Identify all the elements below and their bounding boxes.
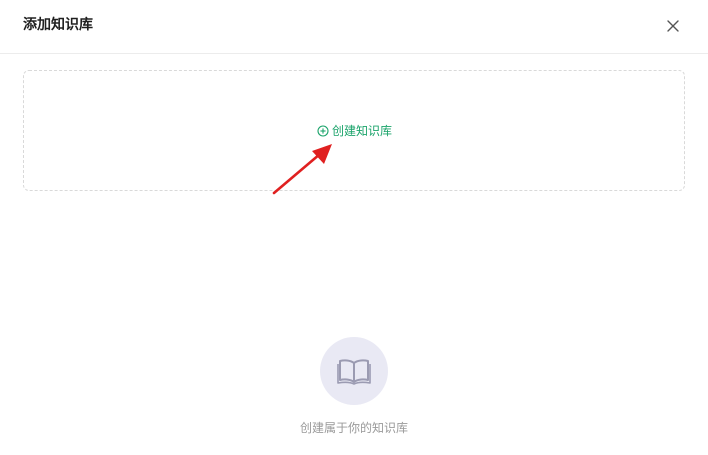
plus-circle-icon [317, 125, 329, 137]
open-book-icon [337, 359, 371, 385]
annotation-arrow-icon [272, 144, 332, 195]
dialog-header: 添加知识库 [0, 0, 708, 54]
empty-state-text: 创建属于你的知识库 [299, 421, 408, 435]
add-knowledge-base-dialog: 添加知识库 创建知识库 创建属于你的知识库 [0, 0, 708, 455]
create-knowledge-base-label: 创建知识库 [332, 124, 393, 138]
close-button[interactable] [662, 15, 684, 37]
dialog-title: 添加知识库 [23, 17, 93, 33]
close-icon [667, 20, 679, 32]
empty-state-icon-circle [320, 337, 388, 405]
